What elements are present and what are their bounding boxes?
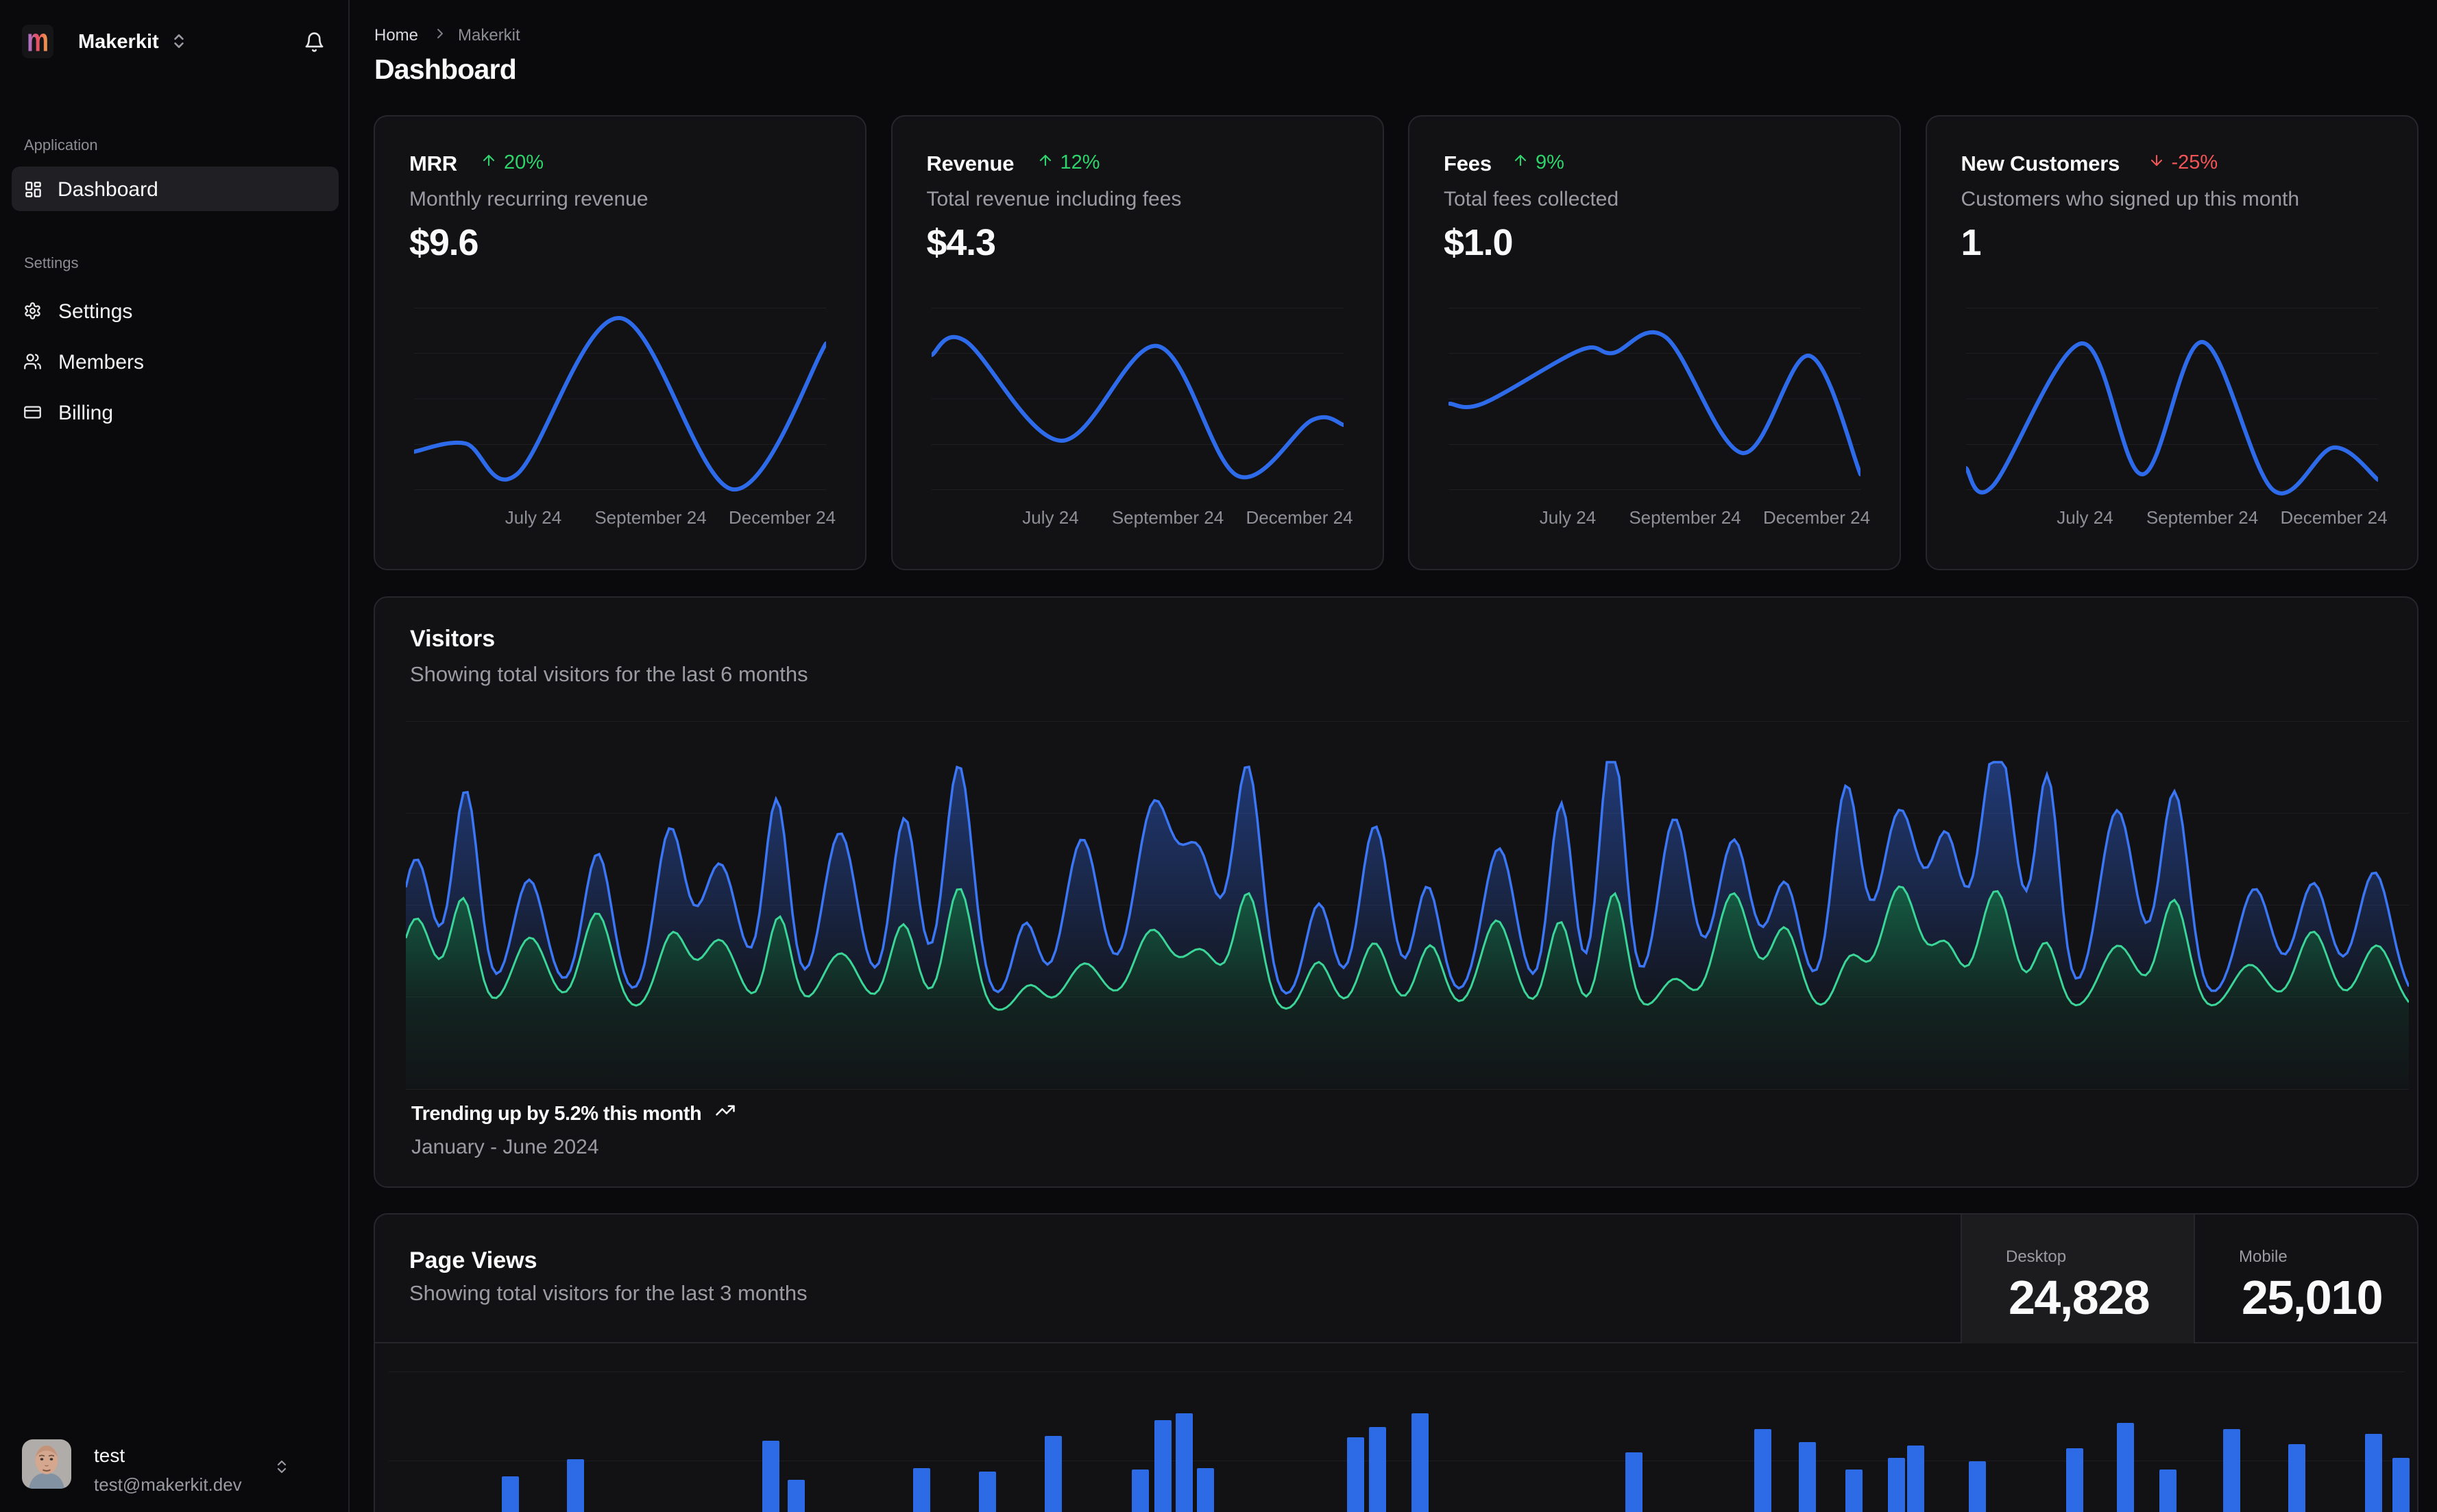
- svg-text:m: m: [27, 25, 49, 58]
